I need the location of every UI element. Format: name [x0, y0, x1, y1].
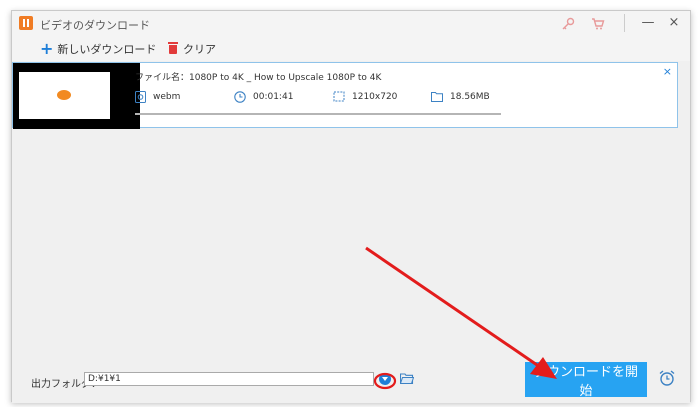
- format-info: webm: [135, 91, 180, 103]
- resolution-info: 1210x720: [333, 91, 397, 102]
- size-value: 18.56MB: [450, 91, 490, 102]
- clock-icon: [234, 91, 246, 103]
- trash-icon: [168, 41, 178, 54]
- browse-folder-icon[interactable]: [400, 373, 414, 384]
- thumbnail-logo: [57, 90, 71, 100]
- resolution-icon: [333, 91, 345, 102]
- format-value: webm: [153, 92, 181, 102]
- download-progress-bar: [135, 113, 501, 115]
- remove-item-button[interactable]: ×: [663, 65, 672, 78]
- plus-icon: +: [40, 39, 54, 58]
- clear-label: クリア: [183, 43, 216, 56]
- duration-info: 00:01:41: [234, 91, 293, 103]
- alarm-clock-icon[interactable]: [658, 369, 676, 387]
- output-path-input[interactable]: [84, 372, 374, 386]
- cart-icon[interactable]: [590, 16, 606, 32]
- format-icon: [135, 91, 146, 103]
- download-item[interactable]: ファイル名：1080P to 4K _ How to Upscale 1080P…: [12, 62, 678, 129]
- video-thumbnail: [13, 63, 140, 129]
- titlebar-separator: [624, 14, 625, 32]
- start-download-button[interactable]: ダウンロードを開始: [525, 362, 647, 399]
- app-logo-icon: [19, 16, 33, 30]
- toolbar: + 新しいダウンロード クリア: [12, 37, 690, 61]
- key-icon[interactable]: [560, 16, 576, 32]
- app-window: ビデオのダウンロード — × + 新しいダウンロード クリア ファイル名：108…: [11, 10, 691, 403]
- path-dropdown-button[interactable]: [379, 373, 391, 385]
- download-list: ファイル名：1080P to 4K _ How to Upscale 1080P…: [12, 62, 690, 359]
- minimize-button[interactable]: —: [638, 15, 658, 30]
- resolution-value: 1210x720: [352, 91, 398, 102]
- duration-value: 00:01:41: [253, 92, 294, 102]
- thumbnail-frame: [19, 72, 110, 119]
- bottom-bar: 出力フォルダ： ダウンロードを開始: [12, 359, 690, 403]
- new-download-button[interactable]: + 新しいダウンロード: [40, 41, 156, 57]
- file-name: ファイル名：1080P to 4K _ How to Upscale 1080P…: [135, 73, 382, 83]
- folder-icon: [431, 92, 443, 102]
- window-title: ビデオのダウンロード: [40, 19, 150, 32]
- new-download-label: 新しいダウンロード: [57, 43, 157, 56]
- title-bar: ビデオのダウンロード — ×: [12, 11, 690, 37]
- clear-button[interactable]: クリア: [168, 41, 216, 57]
- size-info: 18.56MB: [431, 91, 490, 102]
- close-window-button[interactable]: ×: [664, 15, 684, 30]
